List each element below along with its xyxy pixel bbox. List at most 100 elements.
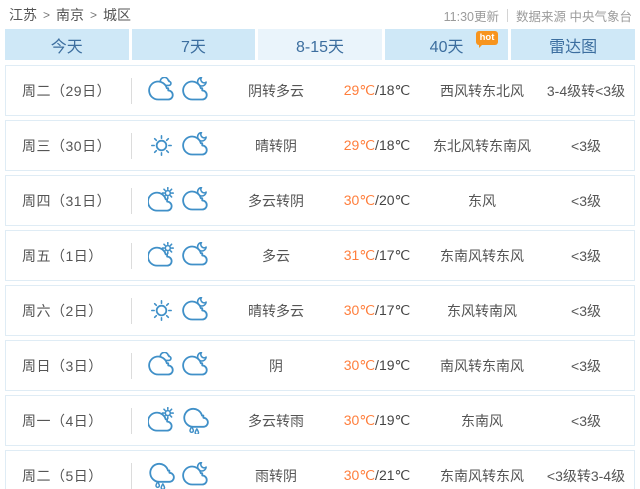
temperature: 30℃/17℃ bbox=[328, 302, 426, 319]
cloud-sun-icon bbox=[148, 242, 175, 269]
tab-40天[interactable]: 40天 hot bbox=[385, 29, 509, 60]
temperature: 31℃/17℃ bbox=[328, 247, 426, 264]
cloud-rain-icon bbox=[148, 462, 175, 489]
breadcrumb-separator: > bbox=[90, 8, 97, 22]
cloud-moon-icon bbox=[182, 242, 209, 269]
wind-level: <3级 bbox=[538, 301, 634, 321]
breadcrumb-item[interactable]: 城区 bbox=[103, 5, 131, 25]
temp-high: 30℃ bbox=[344, 302, 375, 318]
sun-icon bbox=[148, 297, 175, 324]
forecast-row: 周二（29日）阴转多云29℃/18℃西风转东北风3-4级转<3级 bbox=[5, 65, 635, 116]
divider bbox=[507, 9, 508, 22]
day-label: 周二（29日） bbox=[6, 81, 131, 101]
temperature: 29℃/18℃ bbox=[328, 82, 426, 99]
breadcrumb-separator: > bbox=[43, 8, 50, 22]
wind-direction: 东南风转东风 bbox=[426, 246, 538, 266]
forecast-row: 周二（5日） 雨转阴30℃/21℃东南风转东风<3级转3-4级 bbox=[5, 450, 635, 489]
overcast-icon bbox=[148, 352, 175, 379]
temp-low: 17℃ bbox=[379, 247, 410, 263]
tab-label: 雷达图 bbox=[549, 33, 597, 57]
weather-text: 雨转阴 bbox=[224, 466, 328, 486]
wind-direction: 东南风转东风 bbox=[426, 466, 538, 486]
hot-badge: hot bbox=[476, 31, 499, 45]
forecast-row: 周三（30日）晴转阴29℃/18℃东北风转东南风<3级 bbox=[5, 120, 635, 171]
temp-low: 20℃ bbox=[379, 192, 410, 208]
weather-icons bbox=[132, 187, 224, 214]
tab-bar: 今天 7天 8-15天 40天 hot 雷达图 bbox=[5, 29, 635, 60]
weather-text: 晴转多云 bbox=[224, 301, 328, 321]
temp-high: 30℃ bbox=[344, 192, 375, 208]
weather-text: 晴转阴 bbox=[224, 136, 328, 156]
temp-low: 19℃ bbox=[379, 412, 410, 428]
weather-text: 多云 bbox=[224, 246, 328, 266]
wind-level: <3级 bbox=[538, 356, 634, 376]
day-label: 周五（1日） bbox=[6, 246, 131, 266]
temperature: 30℃/21℃ bbox=[328, 467, 426, 484]
day-label: 周三（30日） bbox=[6, 136, 131, 156]
temperature: 30℃/20℃ bbox=[328, 192, 426, 209]
temp-low: 18℃ bbox=[379, 137, 410, 153]
forecast-row: 周五（1日）多云31℃/17℃东南风转东风<3级 bbox=[5, 230, 635, 281]
tab-雷达图[interactable]: 雷达图 bbox=[511, 29, 635, 60]
tab-8-15天[interactable]: 8-15天 bbox=[258, 29, 382, 60]
wind-level: <3级 bbox=[538, 191, 634, 211]
data-source: 数据来源 中央气象台 bbox=[516, 6, 632, 25]
breadcrumb-item[interactable]: 南京 bbox=[56, 5, 84, 25]
weather-icons bbox=[132, 407, 224, 434]
cloud-sun-icon bbox=[148, 187, 175, 214]
cloud-moon-icon bbox=[182, 187, 209, 214]
temp-high: 30℃ bbox=[344, 357, 375, 373]
wind-level: <3级 bbox=[538, 411, 634, 431]
wind-direction: 南风转东南风 bbox=[426, 356, 538, 376]
wind-direction: 东风转南风 bbox=[426, 301, 538, 321]
weather-page: 江苏 > 南京 > 城区 11:30更新 数据来源 中央气象台 今天 7天 8-15天 40天… bbox=[0, 0, 640, 489]
temp-high: 29℃ bbox=[344, 137, 375, 153]
forecast-row: 周六（2日） 晴转多云30℃/17℃东风转南风<3级 bbox=[5, 285, 635, 336]
top-bar: 江苏 > 南京 > 城区 11:30更新 数据来源 中央气象台 bbox=[5, 0, 635, 26]
weather-text: 阴转多云 bbox=[224, 81, 328, 101]
forecast-row: 周一（4日）多云转雨30℃/19℃东南风<3级 bbox=[5, 395, 635, 446]
day-label: 周六（2日） bbox=[6, 301, 131, 321]
temp-high: 29℃ bbox=[344, 82, 375, 98]
wind-direction: 东风 bbox=[426, 191, 538, 211]
forecast-row: 周日（3日）阴30℃/19℃南风转东南风<3级 bbox=[5, 340, 635, 391]
cloud-rain-icon bbox=[182, 407, 209, 434]
cloud-moon-icon bbox=[182, 352, 209, 379]
weather-icons bbox=[132, 242, 224, 269]
weather-text: 阴 bbox=[224, 356, 328, 376]
tab-7天[interactable]: 7天 bbox=[132, 29, 256, 60]
temp-low: 21℃ bbox=[379, 467, 410, 483]
tab-label: 7天 bbox=[181, 33, 206, 57]
breadcrumb: 江苏 > 南京 > 城区 bbox=[9, 5, 131, 25]
temperature: 29℃/18℃ bbox=[328, 137, 426, 154]
temp-high: 31℃ bbox=[344, 247, 375, 263]
weather-icons bbox=[132, 462, 224, 489]
sun-icon bbox=[148, 132, 175, 159]
day-label: 周二（5日） bbox=[6, 466, 131, 486]
day-label: 周四（31日） bbox=[6, 191, 131, 211]
weather-text: 多云转阴 bbox=[224, 191, 328, 211]
tab-label: 40天 bbox=[430, 33, 464, 57]
wind-level: <3级 bbox=[538, 136, 634, 156]
tab-label: 今天 bbox=[51, 33, 83, 57]
temp-high: 30℃ bbox=[344, 467, 375, 483]
cloud-moon-icon bbox=[182, 462, 209, 489]
temp-low: 18℃ bbox=[379, 82, 410, 98]
tab-label: 8-15天 bbox=[296, 33, 344, 57]
temp-low: 17℃ bbox=[379, 302, 410, 318]
temperature: 30℃/19℃ bbox=[328, 412, 426, 429]
weather-icons bbox=[132, 297, 224, 324]
weather-icons bbox=[132, 352, 224, 379]
wind-level: 3-4级转<3级 bbox=[538, 81, 634, 101]
cloud-moon-icon bbox=[182, 77, 209, 104]
update-info: 11:30更新 数据来源 中央气象台 bbox=[444, 6, 632, 25]
cloud-moon-icon bbox=[182, 132, 209, 159]
cloud-sun-icon bbox=[148, 407, 175, 434]
wind-level: <3级转3-4级 bbox=[538, 466, 634, 486]
overcast-icon bbox=[148, 77, 175, 104]
tab-今天[interactable]: 今天 bbox=[5, 29, 129, 60]
day-label: 周一（4日） bbox=[6, 411, 131, 431]
breadcrumb-item[interactable]: 江苏 bbox=[9, 5, 37, 25]
weather-text: 多云转雨 bbox=[224, 411, 328, 431]
temp-low: 19℃ bbox=[379, 357, 410, 373]
